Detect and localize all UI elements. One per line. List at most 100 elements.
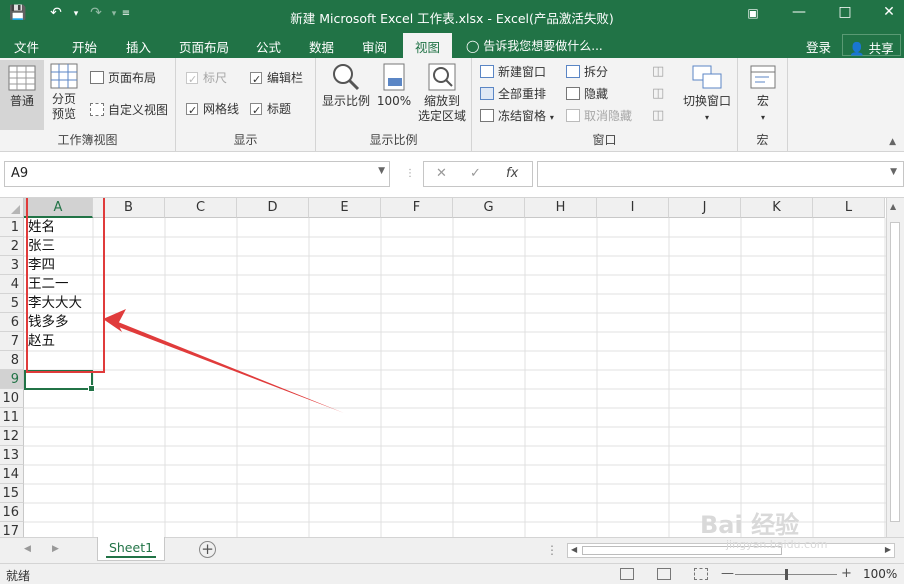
tab-page-layout[interactable]: 页面布局 <box>179 37 229 56</box>
custom-views-label: 自定义视图 <box>108 103 169 117</box>
zoom-slider-knob[interactable] <box>785 569 788 580</box>
view-side-by-side-icon[interactable]: ◫ <box>652 62 664 82</box>
split-button[interactable]: 拆分 <box>566 62 608 82</box>
normal-view-status-icon[interactable] <box>620 568 634 580</box>
vertical-scroll-thumb[interactable] <box>890 222 900 522</box>
freeze-panes-icon <box>480 109 494 122</box>
formula-bar-splitter-icon[interactable]: ⋮ <box>405 168 415 179</box>
scroll-up-icon[interactable]: ▲ <box>890 202 896 211</box>
headings-checkbox[interactable]: 标题 <box>250 99 291 121</box>
prev-sheet-icon[interactable]: ◀ <box>24 544 31 554</box>
arrange-all-icon <box>480 87 494 100</box>
group-label-workbook-views: 工作簿视图 <box>57 133 118 147</box>
cancel-icon[interactable]: ✕ <box>436 166 447 181</box>
tab-splitter-icon[interactable]: ⋮ <box>546 543 558 557</box>
tab-insert[interactable]: 插入 <box>126 37 151 56</box>
collapse-ribbon-icon[interactable]: ▲ <box>889 137 896 147</box>
vertical-scrollbar[interactable]: ▲ <box>886 198 904 537</box>
close-icon[interactable]: ✕ <box>872 4 904 20</box>
group-label-window: 窗口 <box>592 133 617 147</box>
person-icon: 👤 <box>849 41 865 56</box>
customize-toolbar-icon[interactable]: ≡ <box>116 8 136 19</box>
arrow-shaft <box>116 322 344 413</box>
watermark-url: jingyan.baidu.com <box>726 538 828 551</box>
name-box[interactable]: A9 ▼ <box>4 161 390 187</box>
login-link[interactable]: 登录 <box>806 37 831 56</box>
next-sheet-icon[interactable]: ▶ <box>52 544 59 554</box>
hide-label: 隐藏 <box>584 87 609 101</box>
zoom-100-button[interactable]: 100% <box>374 62 414 109</box>
macros-icon <box>750 65 776 89</box>
page-break-preview-button[interactable]: 分页 预览 <box>44 62 84 122</box>
tab-data[interactable]: 数据 <box>309 37 334 56</box>
window-title: 新建 Microsoft Excel 工作表.xlsx - Excel(产品激活… <box>290 11 614 26</box>
synchronous-scrolling-icon[interactable]: ◫ <box>652 84 664 104</box>
undo-dropdown-icon[interactable]: ▾ <box>66 9 86 19</box>
add-sheet-icon[interactable]: + <box>199 541 216 558</box>
page-break-icon <box>50 63 78 89</box>
formula-bar-checkbox[interactable]: 编辑栏 <box>250 68 304 90</box>
scroll-right-icon[interactable]: ▶ <box>885 545 891 554</box>
freeze-panes-button[interactable]: 冻结窗格 ▾ <box>480 106 554 126</box>
arrange-all-button[interactable]: 全部重排 <box>480 84 546 104</box>
ruler-checkbox[interactable]: 标尺 <box>186 68 228 90</box>
minimize-icon[interactable]: — <box>782 4 816 20</box>
tab-view[interactable]: 视图 <box>403 33 453 58</box>
group-label-show: 显示 <box>233 133 258 147</box>
name-box-value: A9 <box>11 166 29 181</box>
expand-formula-bar-icon[interactable]: ▼ <box>890 167 897 177</box>
split-label: 拆分 <box>584 65 609 79</box>
ruler-label: 标尺 <box>203 71 228 85</box>
custom-views-button[interactable]: 自定义视图 <box>90 100 168 120</box>
zoom-to-selection-button[interactable]: 缩放到 选定区域 <box>414 62 470 124</box>
scroll-left-icon[interactable]: ◀ <box>571 545 577 554</box>
normal-view-button[interactable]: 普通 <box>0 60 44 130</box>
status-ready: 就绪 <box>6 569 31 583</box>
macros-button[interactable]: 宏 ▾ <box>742 62 784 125</box>
reset-window-position-icon[interactable]: ◫ <box>652 106 664 126</box>
unhide-button[interactable]: 取消隐藏 <box>566 106 632 126</box>
annotation-arrow <box>103 309 344 413</box>
worksheet-grid[interactable]: ABCDEFGHIJKL 1 2 3 4 5 6 7 8 9 10 11 12 13 14 15 16 17 姓… <box>0 198 904 537</box>
macros-label: 宏 <box>756 94 769 108</box>
gridlines-checkbox[interactable]: 网格线 <box>186 99 240 121</box>
page-break-label-2: 预览 <box>51 107 76 121</box>
freeze-dropdown-icon: ▾ <box>549 113 554 122</box>
insert-function-icon[interactable]: fx <box>506 166 518 181</box>
zoom-100-label: 100% <box>376 94 412 108</box>
zoom-selection-label-2: 选定区域 <box>417 109 466 123</box>
ribbon-display-icon[interactable]: ▣ <box>736 6 770 20</box>
formula-input[interactable]: ▼ <box>537 161 904 187</box>
tab-file[interactable]: 文件 <box>14 37 39 56</box>
group-macros: 宏 ▾ 宏 <box>738 58 788 152</box>
hide-button[interactable]: 隐藏 <box>566 84 608 104</box>
undo-icon[interactable]: ↶ <box>46 5 66 21</box>
headings-check-icon <box>250 101 262 121</box>
zoom-button[interactable]: 显示比例 <box>320 62 372 109</box>
switch-windows-button[interactable]: 切换窗口 ▾ <box>678 62 736 125</box>
formula-bar-label: 编辑栏 <box>267 71 304 85</box>
zoom-level[interactable]: 100% <box>863 567 897 581</box>
name-box-dropdown-icon[interactable]: ▼ <box>378 166 385 176</box>
redo-icon[interactable]: ↷ <box>86 5 106 21</box>
page-break-status-icon[interactable] <box>694 568 708 580</box>
gridlines-label: 网格线 <box>203 102 240 116</box>
tab-review[interactable]: 审阅 <box>362 37 387 56</box>
ribbon: 普通 分页 预览 页面布局 自定义视图 工作簿视图 标尺 编辑栏 网格线 标题 … <box>0 58 904 152</box>
maximize-icon[interactable]: □ <box>828 4 862 20</box>
share-button[interactable]: 👤 共享 <box>842 34 901 56</box>
sheet-tab-sheet1[interactable]: Sheet1 <box>97 537 165 561</box>
page-layout-view-button[interactable]: 页面布局 <box>90 68 156 88</box>
macros-dropdown-icon: ▾ <box>760 113 765 122</box>
tab-formulas[interactable]: 公式 <box>256 37 281 56</box>
tab-home[interactable]: 开始 <box>72 37 97 56</box>
page-layout-status-icon[interactable] <box>657 568 671 580</box>
zoom-in-icon[interactable]: + <box>841 566 852 581</box>
save-icon[interactable]: 💾 <box>8 5 28 21</box>
custom-views-icon <box>90 103 104 116</box>
tell-me-box[interactable]: ◯ 告诉我您想要做什么... <box>466 37 603 54</box>
enter-icon[interactable]: ✓ <box>470 166 481 181</box>
new-window-button[interactable]: 新建窗口 <box>480 62 546 82</box>
zoom-out-icon[interactable]: — <box>721 566 734 581</box>
share-label: 共享 <box>868 41 894 56</box>
